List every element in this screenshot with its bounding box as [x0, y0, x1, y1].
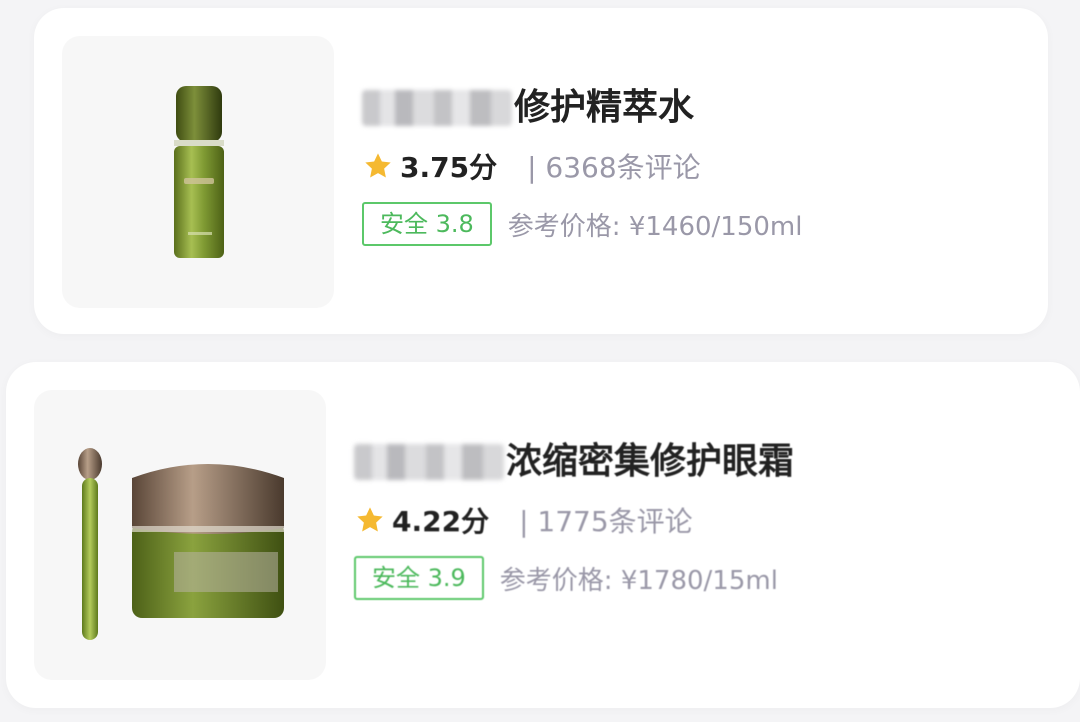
review-count[interactable]: | 6368条评论 [527, 146, 701, 186]
product-title[interactable]: 修护精萃水 [362, 86, 802, 130]
review-count[interactable]: | 1775条评论 [519, 500, 693, 540]
safety-badge: 安全 3.8 [362, 202, 492, 246]
rating-score: 4.22分 [392, 505, 490, 538]
product-info: 浓缩密集修护眼霜 4.22分 | 1775条评论 安全 3.9 参考价格: ¥1… [354, 440, 794, 600]
rating-score: 3.75分 [400, 151, 498, 184]
product-card[interactable]: 修护精萃水 3.75分 | 6368条评论 安全 3.8 参考价格: ¥1460… [34, 8, 1048, 334]
product-name: 修护精萃水 [514, 87, 695, 128]
product-name: 浓缩密集修护眼霜 [506, 441, 795, 482]
redacted-brand [354, 444, 504, 480]
redacted-brand [362, 90, 512, 126]
product-card[interactable]: 浓缩密集修护眼霜 4.22分 | 1775条评论 安全 3.9 参考价格: ¥1… [6, 362, 1080, 708]
star-icon [357, 507, 383, 532]
meta-row: 安全 3.9 参考价格: ¥1780/15ml [354, 556, 794, 600]
product-image[interactable] [62, 36, 334, 308]
safety-badge: 安全 3.9 [354, 556, 484, 600]
reference-price: 参考价格: ¥1780/15ml [499, 565, 778, 596]
eye-cream-jar-image [78, 448, 284, 640]
meta-row: 安全 3.8 参考价格: ¥1460/150ml [362, 202, 802, 246]
toner-bottle-image [174, 86, 224, 258]
reference-price: 参考价格: ¥1460/150ml [507, 211, 803, 242]
rating-row: 4.22分 | 1775条评论 [354, 500, 794, 540]
product-image[interactable] [34, 390, 326, 680]
product-info: 修护精萃水 3.75分 | 6368条评论 安全 3.8 参考价格: ¥1460… [362, 86, 802, 246]
rating-row: 3.75分 | 6368条评论 [362, 146, 802, 186]
star-icon [365, 153, 391, 178]
product-title[interactable]: 浓缩密集修护眼霜 [354, 440, 794, 484]
